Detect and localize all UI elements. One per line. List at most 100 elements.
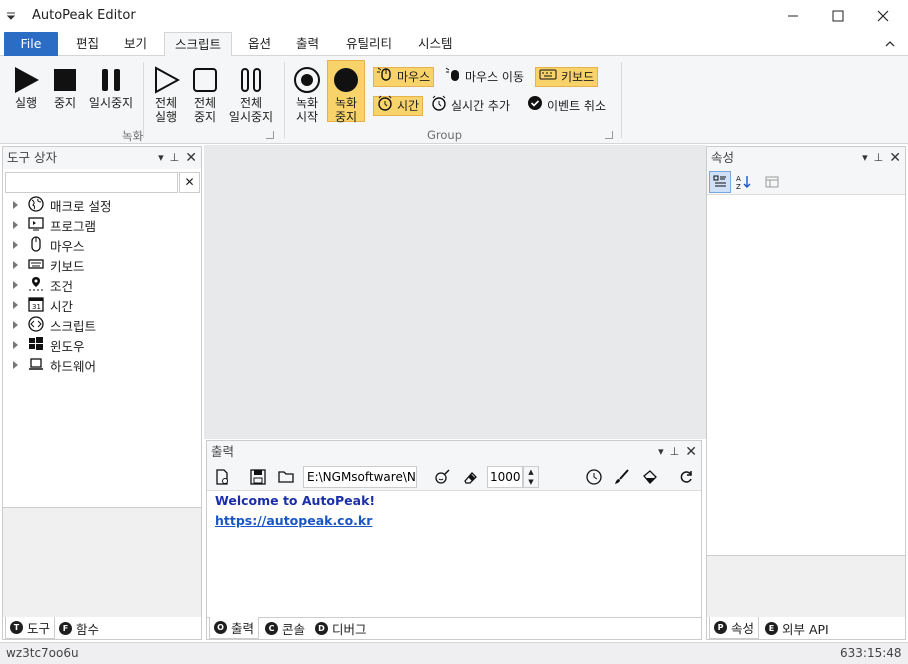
mouse-icon bbox=[28, 235, 44, 255]
realtime-clock-icon bbox=[431, 95, 447, 117]
tab-debug-badge: D bbox=[315, 621, 328, 635]
group-label: Group bbox=[427, 128, 463, 142]
toolbox-title: 도구 상자 bbox=[7, 150, 57, 165]
tab-edit[interactable]: 편집 bbox=[66, 32, 109, 56]
dropdown-icon[interactable]: ▾ bbox=[862, 147, 868, 169]
close-icon[interactable]: ✕ bbox=[889, 147, 901, 169]
pin-icon[interactable]: ⊥ bbox=[670, 441, 680, 463]
tab-view[interactable]: 보기 bbox=[114, 32, 157, 56]
refresh-icon[interactable] bbox=[675, 466, 697, 488]
mouse-move-icon bbox=[445, 66, 461, 88]
toolbox-search-input[interactable] bbox=[5, 172, 178, 193]
close-button[interactable] bbox=[860, 0, 906, 32]
record-start-button[interactable]: 녹화 시작 bbox=[290, 64, 324, 124]
keyboard-icon bbox=[539, 67, 557, 87]
play-icon bbox=[8, 64, 44, 96]
output-path-input[interactable] bbox=[303, 466, 417, 488]
tree-item-program[interactable]: 프로그램 bbox=[13, 215, 96, 235]
tab-properties[interactable]: P 속성 bbox=[709, 617, 760, 639]
tab-output-log[interactable]: O 출력 bbox=[209, 617, 260, 639]
welcome-message: Welcome to AutoPeak! bbox=[215, 493, 376, 508]
event-cancel-toggle[interactable]: 이벤트 취소 bbox=[524, 96, 609, 116]
tab-toolbox-badge: T bbox=[10, 621, 23, 634]
count-input[interactable] bbox=[487, 466, 523, 488]
ribbon: 실행 중지 일시중지 전체 실행 전체 중지 전체 일시중지 녹화 녹화 시작 … bbox=[0, 56, 908, 144]
close-icon[interactable]: ✕ bbox=[185, 147, 197, 169]
brush-icon[interactable] bbox=[611, 466, 633, 488]
clock-icon[interactable] bbox=[583, 466, 605, 488]
save-icon[interactable] bbox=[247, 466, 269, 488]
title-bar: AutoPeak Editor bbox=[0, 0, 908, 32]
tree-item-time[interactable]: 31 시간 bbox=[13, 295, 73, 315]
tab-console-badge: C bbox=[265, 621, 278, 635]
tree-item-script[interactable]: 스크립트 bbox=[13, 315, 96, 335]
dropdown-icon[interactable]: ▾ bbox=[658, 441, 664, 463]
time-toggle[interactable]: 시간 bbox=[373, 95, 424, 116]
paint-bucket-icon[interactable] bbox=[639, 466, 661, 488]
tab-options[interactable]: 옵션 bbox=[238, 32, 281, 56]
tree-item-condition[interactable]: 조건 bbox=[13, 275, 73, 295]
toolbox-panel: 도구 상자 ▾ ⊥ ✕ ✕ 매크로 설정 프로그램 마우스 키보드 조건 31 시… bbox=[2, 146, 202, 640]
stop-all-button[interactable]: 전체 중지 bbox=[188, 64, 222, 124]
program-icon bbox=[28, 216, 44, 235]
group-launcher-icon[interactable] bbox=[605, 131, 613, 139]
pause-all-button[interactable]: 전체 일시중지 bbox=[226, 64, 276, 124]
mouse-click-icon bbox=[377, 66, 393, 88]
smile-brush-icon[interactable] bbox=[431, 466, 453, 488]
run-button[interactable]: 실행 bbox=[8, 64, 44, 110]
tab-system[interactable]: 시스템 bbox=[408, 32, 463, 56]
pin-icon[interactable]: ⊥ bbox=[170, 147, 180, 169]
open-folder-icon[interactable] bbox=[275, 466, 297, 488]
close-icon[interactable]: ✕ bbox=[685, 441, 697, 463]
dialog-launcher-icon[interactable] bbox=[266, 131, 274, 139]
tab-external-api[interactable]: E 외부 API bbox=[761, 617, 833, 639]
toolbox-empty-area bbox=[3, 507, 201, 617]
tab-script[interactable]: 스크립트 bbox=[164, 32, 233, 57]
eraser-icon[interactable] bbox=[459, 466, 481, 488]
tab-console[interactable]: C 콘솔 bbox=[261, 617, 309, 639]
dropdown-icon[interactable]: ▾ bbox=[158, 147, 164, 169]
calendar-icon: 31 bbox=[28, 296, 44, 315]
count-spinner[interactable]: ▲ ▼ bbox=[523, 466, 539, 488]
tree-item-hardware[interactable]: 하드웨어 bbox=[13, 355, 96, 375]
realtime-add-toggle[interactable]: 실시간 추가 bbox=[428, 95, 513, 117]
tab-output[interactable]: 출력 bbox=[286, 32, 329, 56]
tree-item-window[interactable]: 윈도우 bbox=[13, 335, 85, 355]
mouse-toggle[interactable]: 마우스 bbox=[373, 66, 435, 88]
check-circle-icon bbox=[527, 95, 543, 117]
clear-search-button[interactable]: ✕ bbox=[179, 172, 200, 193]
output-header: 출력 ▾ ⊥ ✕ bbox=[207, 441, 701, 463]
stop-button[interactable]: 중지 bbox=[48, 64, 82, 110]
tab-utility[interactable]: 유틸리티 bbox=[336, 32, 402, 56]
tab-functions[interactable]: F 함수 bbox=[55, 617, 103, 639]
website-link[interactable]: https://autopeak.co.kr bbox=[215, 513, 372, 528]
maximize-button[interactable] bbox=[815, 0, 861, 32]
tree-item-mouse[interactable]: 마우스 bbox=[13, 235, 85, 255]
tree-item-keyboard[interactable]: 키보드 bbox=[13, 255, 85, 275]
record-stop-button[interactable]: 녹화 중지 bbox=[327, 60, 365, 124]
collapse-ribbon-icon[interactable] bbox=[885, 38, 895, 52]
keyboard-toggle[interactable]: 키보드 bbox=[535, 67, 599, 87]
stop-icon bbox=[48, 64, 82, 96]
pin-icon[interactable]: ⊥ bbox=[874, 147, 884, 169]
new-file-icon[interactable] bbox=[211, 466, 233, 488]
pause-button[interactable]: 일시중지 bbox=[86, 64, 136, 110]
tab-toolbox[interactable]: T 도구 bbox=[5, 617, 56, 639]
tab-debug[interactable]: D 디버그 bbox=[311, 617, 371, 639]
property-pages-icon[interactable] bbox=[761, 171, 783, 193]
alphabetical-sort-icon[interactable]: AZ bbox=[733, 171, 755, 193]
tab-output-badge: O bbox=[214, 621, 227, 634]
code-icon bbox=[28, 315, 44, 335]
mouse-move-toggle[interactable]: 마우스 이동 bbox=[442, 67, 527, 87]
status-time: 633:15:48 bbox=[840, 646, 902, 660]
properties-title: 속성 bbox=[711, 150, 735, 165]
tab-external-api-badge: E bbox=[765, 621, 778, 635]
svg-text:31: 31 bbox=[32, 303, 41, 311]
quick-access-icon[interactable] bbox=[6, 10, 16, 24]
minimize-button[interactable] bbox=[770, 0, 816, 32]
tree-item-macro-settings[interactable]: 매크로 설정 bbox=[13, 195, 111, 215]
run-all-button[interactable]: 전체 실행 bbox=[148, 64, 184, 124]
tab-file[interactable]: File bbox=[4, 32, 58, 56]
properties-toolbar: AZ bbox=[707, 169, 905, 195]
categorized-icon[interactable] bbox=[709, 171, 731, 193]
